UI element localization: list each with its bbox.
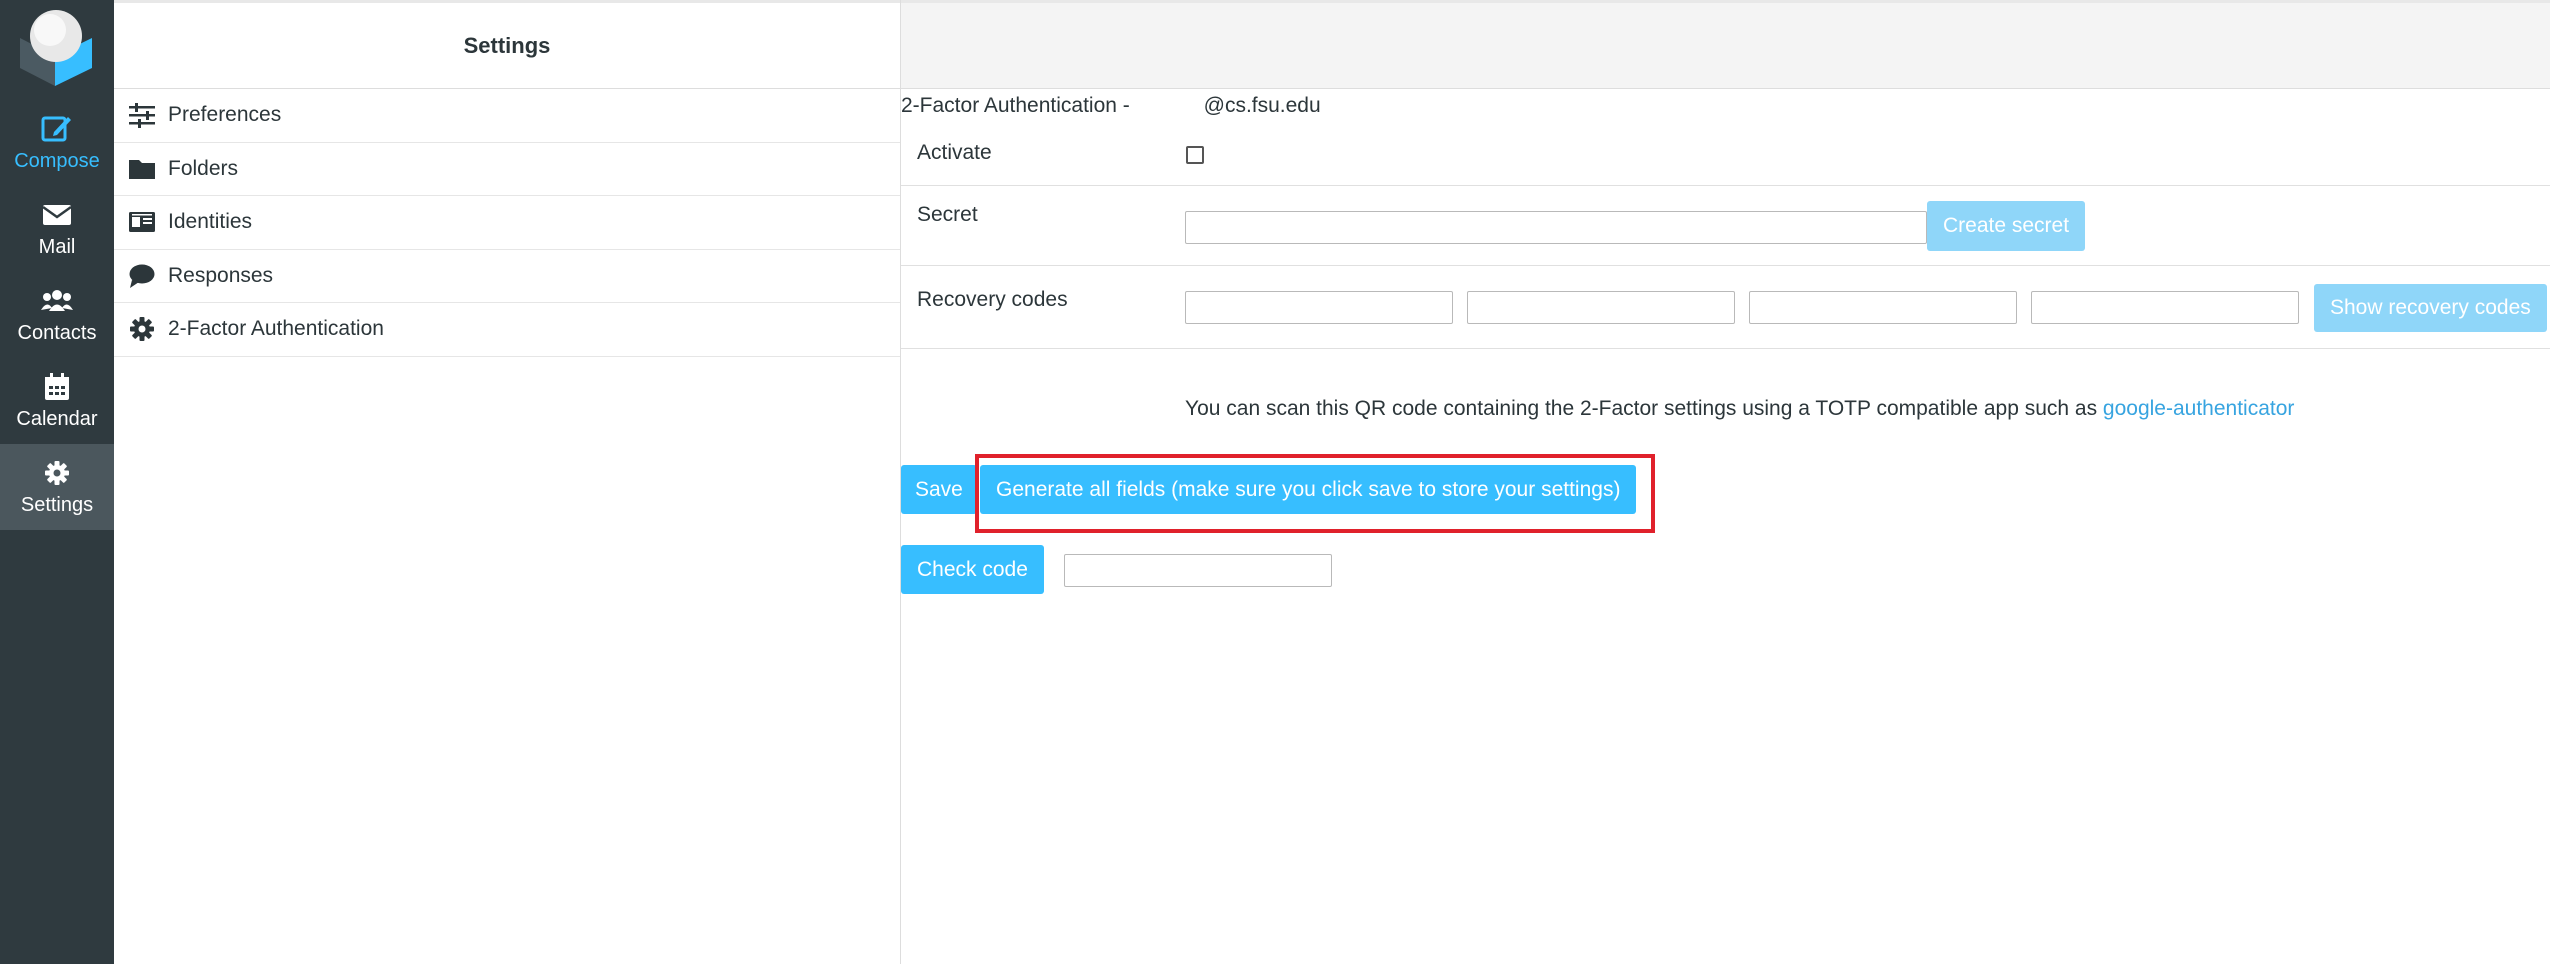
recovery-code-input-3[interactable]: [1749, 291, 2017, 324]
settings-header: Settings: [114, 0, 900, 89]
form-title: 2-Factor Authentication - @cs.fsu.edu: [901, 94, 1321, 118]
two-factor-form: 2-Factor Authentication - @cs.fsu.edu Ac…: [901, 89, 2550, 964]
recovery-code-input-1[interactable]: [1185, 291, 1453, 324]
recovery-codes-row: Recovery codes Show recovery codes: [901, 266, 2550, 349]
settings-item-label: 2-Factor Authentication: [168, 317, 384, 341]
id-card-icon: [129, 212, 155, 233]
nav-mail-label: Mail: [38, 236, 76, 258]
gear-icon: [45, 461, 69, 485]
form-title-prefix: 2-Factor Authentication -: [901, 94, 1136, 117]
sliders-icon: [129, 103, 155, 129]
create-secret-button[interactable]: Create secret: [1927, 201, 2086, 251]
settings-item-label: Responses: [168, 263, 274, 287]
settings-item-responses[interactable]: Responses: [114, 250, 900, 303]
activate-label: Activate: [917, 141, 992, 164]
google-authenticator-link[interactable]: google-authenticator: [2103, 397, 2294, 420]
recovery-codes-label: Recovery codes: [917, 288, 1068, 311]
nav-mail[interactable]: Mail: [0, 186, 114, 272]
secret-label: Secret: [917, 203, 978, 226]
activate-row: Activate: [901, 122, 2550, 186]
calendar-icon: [45, 373, 69, 400]
compose-icon: [41, 116, 71, 142]
check-code-button[interactable]: Check code: [901, 545, 1044, 594]
nav-calendar[interactable]: Calendar: [0, 358, 114, 444]
check-code-input[interactable]: [1064, 554, 1332, 587]
nav-compose-label: Compose: [14, 150, 100, 172]
recovery-code-input-2[interactable]: [1467, 291, 1735, 324]
nav-compose[interactable]: Compose: [0, 100, 114, 186]
qr-instructions-text: You can scan this QR code containing the…: [1185, 397, 2103, 420]
settings-item-2fa[interactable]: 2-Factor Authentication: [114, 303, 900, 357]
comment-icon: [129, 264, 155, 288]
show-recovery-codes-button[interactable]: Show recovery codes: [2314, 284, 2547, 332]
settings-item-label: Identities: [168, 210, 253, 234]
settings-item-folders[interactable]: Folders: [114, 143, 900, 196]
content-header: [901, 0, 2550, 89]
settings-item-label: Folders: [168, 156, 239, 180]
mail-icon: [42, 205, 72, 225]
gear-icon: [130, 317, 154, 342]
nav-contacts-label: Contacts: [17, 322, 97, 344]
nav-contacts[interactable]: Contacts: [0, 272, 114, 358]
highlight-annotation-box: [975, 454, 1655, 533]
settings-sidebar: Settings Preferences Folders Identities: [114, 0, 901, 964]
settings-item-identities[interactable]: Identities: [114, 196, 900, 250]
form-title-suffix: @cs.fsu.edu: [1203, 94, 1321, 117]
activate-checkbox[interactable]: [1186, 146, 1204, 164]
roundcube-logo[interactable]: [14, 8, 96, 88]
redacted-username: [1135, 97, 1204, 116]
settings-title: Settings: [463, 32, 551, 58]
contacts-icon: [41, 290, 73, 311]
qr-instructions: You can scan this QR code containing the…: [1185, 397, 2294, 421]
settings-item-label: Preferences: [168, 103, 282, 127]
nav-settings[interactable]: Settings: [0, 444, 114, 530]
folder-icon: [129, 159, 155, 179]
recovery-code-input-4[interactable]: [2031, 291, 2299, 324]
save-button[interactable]: Save: [901, 465, 977, 514]
settings-item-preferences[interactable]: Preferences: [114, 89, 900, 143]
secret-row: Secret Create secret: [901, 186, 2550, 266]
app-navigation: Compose Mail Contacts Calendar Settings: [0, 0, 114, 964]
nav-settings-label: Settings: [20, 494, 94, 516]
secret-input[interactable]: [1185, 211, 1927, 244]
nav-calendar-label: Calendar: [16, 408, 98, 430]
